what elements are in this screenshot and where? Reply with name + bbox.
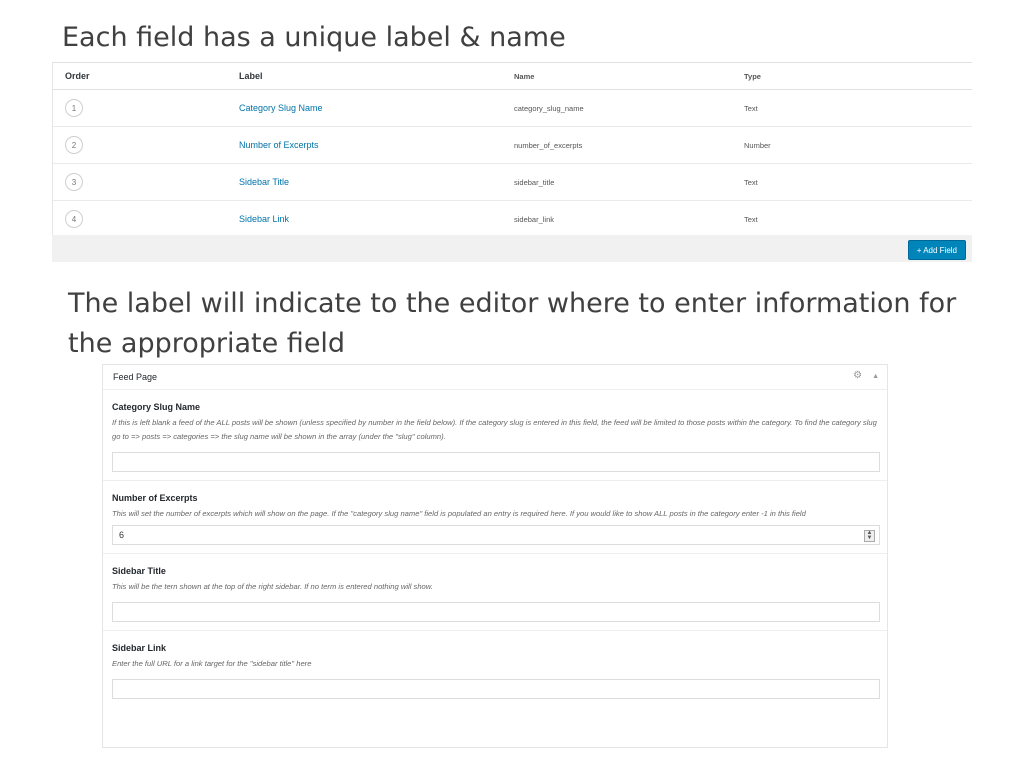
gear-icon[interactable]: ⚙: [853, 370, 862, 384]
table-header: Order Label Name Type: [53, 63, 972, 90]
field-category-slug-name: Category Slug Name If this is left blank…: [103, 390, 887, 481]
order-handle[interactable]: 4: [65, 210, 83, 228]
slide-title-1: Each field has a unique label & name: [62, 22, 566, 53]
field-type: Text: [744, 103, 758, 113]
order-handle[interactable]: 2: [65, 136, 83, 154]
field-label-link[interactable]: Category Slug Name: [239, 103, 323, 113]
header-type: Type: [744, 71, 761, 81]
table-footer: [52, 235, 972, 262]
category-slug-name-input[interactable]: [112, 452, 880, 472]
field-name: category_slug_name: [514, 103, 584, 113]
field-label: Number of Excerpts: [112, 493, 198, 503]
order-handle[interactable]: 3: [65, 173, 83, 191]
header-label: Label: [239, 71, 263, 81]
field-label-link[interactable]: Sidebar Link: [239, 214, 289, 224]
header-name: Name: [514, 71, 535, 81]
slide-title-2: The label will indicate to the editor wh…: [68, 288, 957, 359]
field-type: Text: [744, 214, 758, 224]
field-type: Text: [744, 177, 758, 187]
field-label-link[interactable]: Sidebar Title: [239, 177, 289, 187]
field-sidebar-title: Sidebar Title This will be the tern show…: [103, 554, 887, 631]
order-handle[interactable]: 1: [65, 99, 83, 117]
field-number-of-excerpts: Number of Excerpts This will set the num…: [103, 481, 887, 554]
fields-table: Order Label Name Type 1 Category Slug Na…: [52, 62, 972, 262]
field-name: number_of_excerpts: [514, 140, 583, 150]
field-description: This will set the number of excerpts whi…: [112, 509, 806, 518]
field-name: sidebar_title: [514, 177, 555, 187]
add-field-button[interactable]: + Add Field: [907, 240, 966, 260]
collapse-arrow-icon[interactable]: ▲: [872, 370, 879, 384]
field-label: Sidebar Title: [112, 566, 166, 576]
field-sidebar-link: Sidebar Link Enter the full URL for a li…: [103, 631, 887, 707]
number-spinner-icon[interactable]: ▲ ▼: [864, 530, 875, 542]
header-order: Order: [65, 71, 90, 81]
field-description: Enter the full URL for a link target for…: [112, 659, 312, 668]
metabox-title: Feed Page: [113, 372, 158, 382]
number-of-excerpts-input[interactable]: [112, 525, 880, 545]
sidebar-title-input[interactable]: [112, 602, 880, 622]
feed-page-metabox: Feed Page ⚙ ▲ Category Slug Name If this…: [102, 364, 888, 748]
table-row: 3 Sidebar Title sidebar_title Text: [53, 164, 972, 201]
field-description: This will be the tern shown at the top o…: [112, 582, 433, 591]
table-row: 2 Number of Excerpts number_of_excerpts …: [53, 127, 972, 164]
field-label: Category Slug Name: [112, 402, 201, 412]
field-description: If this is left blank a feed of the ALL …: [112, 418, 877, 441]
field-label-link[interactable]: Number of Excerpts: [239, 140, 319, 150]
sidebar-link-input[interactable]: [112, 679, 880, 699]
field-name: sidebar_link: [514, 214, 555, 224]
field-label: Sidebar Link: [112, 643, 167, 653]
table-row: 1 Category Slug Name category_slug_name …: [53, 90, 972, 127]
field-type: Number: [744, 140, 771, 150]
metabox-header[interactable]: Feed Page ⚙ ▲: [103, 365, 887, 390]
table-row: 4 Sidebar Link sidebar_link Text: [53, 201, 972, 238]
